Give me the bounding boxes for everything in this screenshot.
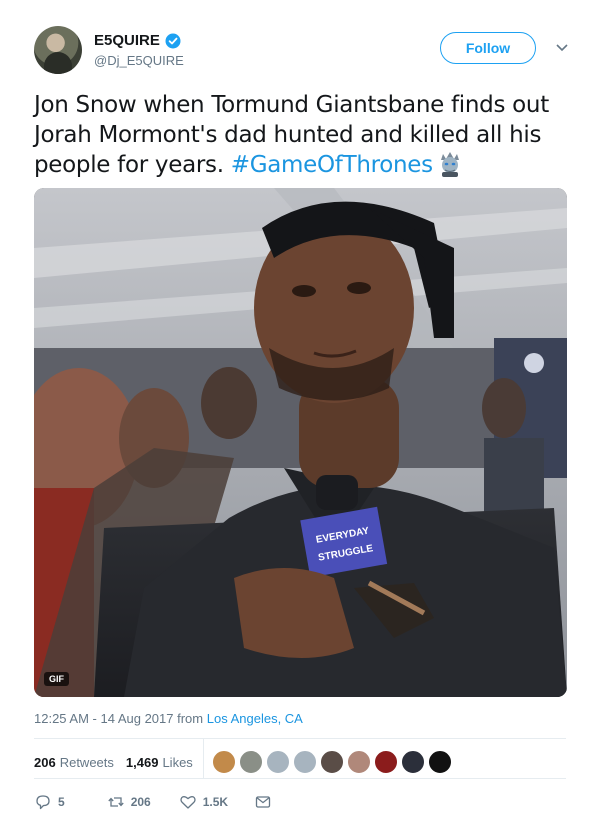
avatar[interactable]: [34, 26, 82, 74]
chevron-down-icon[interactable]: [554, 41, 570, 53]
like-count: 1.5K: [202, 795, 229, 809]
gif-media[interactable]: EVERYDAY STRUGGLE GIF: [34, 188, 567, 697]
liker-avatar[interactable]: [293, 750, 317, 774]
liker-avatar[interactable]: [374, 750, 398, 774]
envelope-icon: [255, 796, 271, 808]
retweet-count: 206: [130, 795, 151, 809]
liker-avatar[interactable]: [428, 750, 452, 774]
divider-bottom: [34, 778, 566, 779]
tweet-timestamp: 12:25 AM - 14 Aug 2017 from Los Angeles,…: [34, 711, 303, 726]
gif-badge: GIF: [44, 672, 69, 686]
night-king-emoji-icon[interactable]: [436, 151, 464, 177]
author-name-row[interactable]: E5QUIRE: [94, 32, 181, 49]
tweet-header: E5QUIRE @Dj_E5QUIRE Follow: [34, 24, 570, 80]
liker-avatar[interactable]: [347, 750, 371, 774]
heart-icon: [180, 796, 196, 809]
retweet-action[interactable]: 206: [107, 793, 151, 811]
verified-badge-icon: [165, 33, 181, 49]
liker-avatars: [212, 750, 455, 774]
timestamp-text[interactable]: 12:25 AM - 14 Aug 2017 from: [34, 711, 207, 726]
reply-action[interactable]: 5: [34, 793, 65, 811]
likes-count[interactable]: 1,469: [126, 755, 159, 770]
stats-separator: [203, 738, 204, 778]
follow-button[interactable]: Follow: [440, 32, 536, 64]
location-link[interactable]: Los Angeles, CA: [207, 711, 303, 726]
like-action[interactable]: 1.5K: [179, 793, 228, 811]
reply-count: 5: [58, 795, 65, 809]
likes-label[interactable]: Likes: [162, 755, 192, 770]
divider-top: [34, 738, 566, 739]
liker-avatar[interactable]: [212, 750, 236, 774]
retweets-count[interactable]: 206: [34, 755, 56, 770]
reply-icon: [36, 795, 50, 810]
liker-avatar[interactable]: [320, 750, 344, 774]
liker-avatar[interactable]: [401, 750, 425, 774]
liker-avatar[interactable]: [239, 750, 263, 774]
tweet-stats: 206 Retweets 1,469 Likes: [34, 750, 193, 774]
tweet-text: Jon Snow when Tormund Giantsbane finds o…: [34, 90, 574, 180]
gif-frame-image: EVERYDAY STRUGGLE: [34, 188, 567, 697]
hashtag-link[interactable]: #GameOfThrones: [231, 152, 433, 178]
retweet-icon: [108, 797, 124, 807]
tweet-actions: 5 206 1.5K: [34, 793, 272, 811]
user-handle[interactable]: @Dj_E5QUIRE: [94, 53, 184, 68]
direct-message-action[interactable]: [254, 793, 272, 811]
display-name[interactable]: E5QUIRE: [94, 32, 160, 49]
retweets-label[interactable]: Retweets: [60, 755, 114, 770]
liker-avatar[interactable]: [266, 750, 290, 774]
